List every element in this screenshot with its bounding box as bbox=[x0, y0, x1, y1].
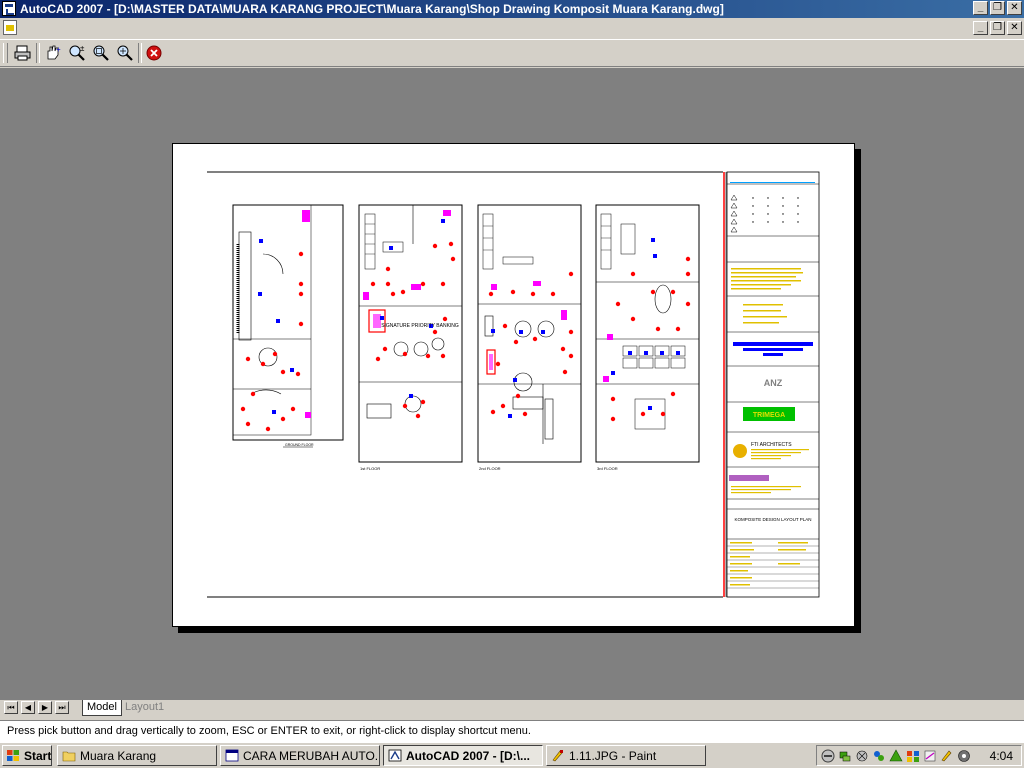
preview-toolbar: + ± bbox=[0, 39, 1024, 67]
document-window-icon bbox=[225, 749, 239, 762]
zoom-realtime-icon[interactable]: ± bbox=[66, 43, 88, 63]
folder-icon bbox=[62, 751, 76, 762]
tab-nav-last-button[interactable]: ⏭ bbox=[55, 701, 69, 714]
network-icon[interactable] bbox=[838, 749, 852, 763]
restore-button[interactable]: ❐ bbox=[990, 1, 1005, 15]
antivirus-icon[interactable] bbox=[855, 749, 869, 763]
tab-nav-next-button[interactable]: ▶ bbox=[38, 701, 52, 714]
taskbar-item-paint[interactable]: 1.11.JPG - Paint bbox=[546, 745, 706, 766]
document-menu-row: _ ❐ ✕ bbox=[0, 18, 1024, 38]
tab-layout1[interactable]: Layout1 bbox=[121, 700, 168, 715]
close-preview-icon[interactable] bbox=[143, 43, 165, 63]
taskbar-item-label: AutoCAD 2007 - [D:\... bbox=[406, 749, 531, 763]
plot-preview-sheet[interactable]: GROUND FLOOR SIGNATURE PRIORITY BANKING … bbox=[172, 143, 855, 627]
taskbar-item-browser[interactable]: CARA MERUBAH AUTO... bbox=[220, 745, 380, 766]
warning-icon[interactable] bbox=[889, 749, 903, 763]
zoom-window-icon[interactable] bbox=[90, 43, 112, 63]
taskbar-item-label: 1.11.JPG - Paint bbox=[569, 749, 657, 763]
room-label: SIGNATURE PRIORITY BANKING bbox=[381, 323, 459, 329]
pan-icon[interactable]: + bbox=[42, 43, 64, 63]
first-floor-plan: SIGNATURE PRIORITY BANKING 1st FLOOR bbox=[358, 204, 463, 471]
minimize-button[interactable]: _ bbox=[973, 1, 988, 15]
window-title: AutoCAD 2007 - [D:\MASTER DATA\MUARA KAR… bbox=[20, 2, 724, 16]
toolbar-separator bbox=[138, 43, 142, 63]
system-tray: 4:04 bbox=[816, 745, 1022, 766]
second-floor-plan: 2nd FLOOR bbox=[477, 204, 582, 471]
tray-app-icon[interactable] bbox=[906, 749, 920, 763]
document-minimize-button[interactable]: _ bbox=[973, 21, 988, 35]
tray-app-icon[interactable] bbox=[872, 749, 886, 763]
ground-floor-plan: GROUND FLOOR bbox=[232, 204, 344, 448]
autocad-app-icon[interactable] bbox=[2, 1, 16, 16]
start-label: Start bbox=[24, 749, 52, 763]
floor-plan-drawing: GROUND FLOOR SIGNATURE PRIORITY BANKING … bbox=[207, 171, 820, 598]
floor-label: 2nd FLOOR bbox=[479, 466, 501, 471]
third-floor-plan: 3rd FLOOR bbox=[595, 204, 700, 471]
tab-nav-first-button[interactable]: ⏮ bbox=[4, 701, 18, 714]
tab-model[interactable]: Model bbox=[82, 700, 122, 716]
taskbar-item-muara-karang[interactable]: Muara Karang bbox=[57, 745, 217, 766]
floor-label: 3rd FLOOR bbox=[597, 466, 618, 471]
title-bar: AutoCAD 2007 - [D:\MASTER DATA\MUARA KAR… bbox=[0, 0, 1024, 18]
taskbar-item-autocad[interactable]: AutoCAD 2007 - [D:\... bbox=[383, 745, 543, 766]
tray-app-icon[interactable] bbox=[940, 749, 954, 763]
svg-text:±: ± bbox=[80, 44, 85, 53]
paint-icon bbox=[552, 750, 563, 762]
tray-app-icon[interactable] bbox=[923, 749, 937, 763]
start-button[interactable]: Start bbox=[2, 745, 52, 766]
windows-logo-icon bbox=[7, 750, 19, 761]
command-line[interactable]: Press pick button and drag vertically to… bbox=[0, 720, 1024, 742]
toolbar-separator bbox=[36, 43, 40, 63]
volume-icon[interactable] bbox=[821, 749, 835, 763]
document-icon[interactable] bbox=[3, 20, 17, 35]
client-logo-text: ANZ bbox=[764, 378, 783, 388]
taskbar-item-label: Muara Karang bbox=[80, 749, 157, 763]
zoom-original-icon[interactable] bbox=[114, 43, 136, 63]
autocad-icon bbox=[388, 749, 402, 762]
tray-app-icon[interactable] bbox=[957, 749, 971, 763]
clock[interactable]: 4:04 bbox=[990, 749, 1013, 763]
plot-icon[interactable] bbox=[12, 43, 34, 63]
document-restore-button[interactable]: ❐ bbox=[990, 21, 1005, 35]
floor-label: 1st FLOOR bbox=[360, 466, 380, 471]
contractor-logo-text: TRIMEGA bbox=[753, 412, 785, 419]
document-close-button[interactable]: ✕ bbox=[1007, 21, 1022, 35]
command-prompt-text: Press pick button and drag vertically to… bbox=[7, 725, 531, 737]
svg-text:+: + bbox=[56, 45, 61, 54]
drawing-canvas[interactable]: GROUND FLOOR SIGNATURE PRIORITY BANKING … bbox=[0, 68, 1024, 700]
toolbar-grip[interactable] bbox=[3, 43, 8, 63]
tab-nav-prev-button[interactable]: ◀ bbox=[21, 701, 35, 714]
floor-label: GROUND FLOOR bbox=[285, 443, 314, 447]
architect-name: FTI ARCHITECTS bbox=[751, 442, 792, 448]
close-button[interactable]: ✕ bbox=[1007, 1, 1022, 15]
taskbar-item-label: CARA MERUBAH AUTO... bbox=[243, 749, 380, 763]
layout-tab-row: ⏮ ◀ ▶ ⏭ Model Layout1 bbox=[0, 700, 1024, 716]
taskbar: Start Muara Karang CARA MERUBAH AUTO... … bbox=[0, 742, 1024, 768]
drawing-title-text: KOMPOSITE DESIGN LAYOUT PLAN bbox=[734, 517, 811, 522]
title-block: ANZ TRIMEGA FTI ARCHITECTS KOMPOSITE DES… bbox=[723, 171, 820, 598]
